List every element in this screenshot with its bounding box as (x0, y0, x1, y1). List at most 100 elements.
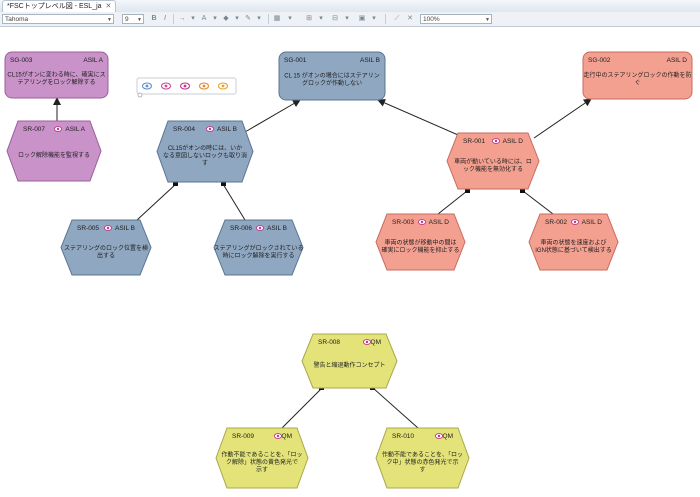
node-description: ぐ (634, 79, 640, 86)
toolbar-separator (385, 14, 386, 24)
eye-icon[interactable] (255, 225, 265, 231)
distribute-icon[interactable]: ⊟ (330, 14, 340, 24)
format-toolbar: Tahoma ▼ 9 ▼ B I → ▾ A ▾ ◆ ▾ ✎ ▾ ▦ ▾ ⊞ ▾ ⊟… (0, 12, 700, 27)
align-icon[interactable]: ⊞ (304, 14, 314, 24)
node-sr-003[interactable]: SR-003 ASIL D 車両の状態が移動中の間は確実にロック機能を抑止する (375, 213, 466, 271)
diagram-svg: SG-003 ASIL A CL15がオンに変わる時に、確実にステアリングをロック解… (4, 51, 693, 489)
eye-icon[interactable] (205, 126, 215, 132)
node-description: ック機能を無効化する (463, 165, 523, 173)
node-asil-badge: ASIL D (667, 57, 688, 64)
toolbar-separator (173, 14, 174, 24)
node-description: 作動不能であることを、「ロッ (382, 451, 463, 459)
node-sr-009[interactable]: SR-009 QM 作動不能であることを、「ロック解除」状態の黄色発光で示す (215, 427, 309, 489)
arrange-icon[interactable]: ▦ (272, 14, 282, 24)
node-asil-badge: QM (371, 339, 381, 346)
font-family-select[interactable]: Tahoma ▼ (2, 14, 114, 24)
node-sg-001[interactable]: SG-001 ASIL B CL 15 がオンの場合にはステアリングロックが作動しな… (278, 51, 386, 101)
chevron-down-icon: ▼ (485, 17, 490, 23)
node-asil-badge: ASIL A (65, 126, 85, 133)
node-description: ク解除」状態の黄色発光で (226, 458, 298, 466)
close-icon[interactable]: ✕ (106, 3, 112, 10)
node-sr-010[interactable]: SR-010 QM 作動不能であることを、「ロック中」状態の赤色発光で示す (375, 427, 470, 489)
node-asil-badge: ASIL B (115, 225, 135, 232)
node-asil-badge: ASIL D (429, 219, 450, 226)
node-description: テアリングをロック解除する (17, 78, 95, 86)
line-color-icon[interactable]: ✎ (243, 14, 253, 24)
node-description: なる意図しないロックも取り消 (163, 152, 247, 160)
node-id: SR-006 (230, 225, 252, 232)
node-sg-003[interactable]: SG-003 ASIL A CL15がオンに変わる時に、確実にステアリングをロック解… (4, 51, 109, 99)
chevron-down-icon[interactable]: ▾ (285, 14, 295, 24)
eye-icon[interactable] (103, 225, 113, 231)
node-asil-badge: QM (282, 433, 292, 440)
node-id: SG-003 (10, 57, 33, 64)
palette-handle[interactable] (137, 92, 143, 98)
eye-icon[interactable] (491, 138, 501, 144)
node-description: 出する (97, 251, 115, 259)
bold-icon[interactable]: B (149, 14, 159, 24)
node-description: グロックが作動しない (302, 79, 362, 87)
chevron-down-icon[interactable]: ▾ (369, 14, 379, 24)
node-sr-002[interactable]: SR-002 ASIL D 車両の状態を速度およびIGN状態に基づいて検出する (528, 213, 619, 271)
connector-sr008-sr009[interactable] (281, 387, 323, 429)
node-sr-007[interactable]: SR-007 ASIL A ロック解除機能を監視する (6, 120, 102, 182)
chevron-down-icon[interactable]: ▾ (210, 14, 220, 24)
chevron-down-icon: ▼ (107, 17, 112, 23)
chevron-down-icon[interactable]: ▾ (232, 14, 242, 24)
node-asil-badge: ASIL D (582, 219, 603, 226)
node-sr-005[interactable]: SR-005 ASIL B ステアリングのロック位置を検出する (60, 219, 152, 276)
fill-color-icon[interactable]: ◆ (221, 14, 231, 24)
node-description: CL15がオンの時には、いか (168, 144, 242, 152)
node-description: す (202, 160, 208, 167)
chevron-down-icon[interactable]: ▾ (316, 14, 326, 24)
font-size-select[interactable]: 9 ▼ (122, 14, 144, 24)
editor-tab-title: *FSCトップレベル図 - ESL_ja (7, 3, 102, 10)
zoom-select[interactable]: 100% ▼ (420, 14, 492, 24)
node-sr-006[interactable]: SR-006 ASIL B ステアリングがロックされている時にロック解除を実行する (213, 219, 304, 276)
font-color-icon[interactable]: A (199, 14, 209, 24)
node-description: 走行中のステアリングロックの作動を防 (583, 71, 691, 79)
node-shape (301, 333, 398, 389)
connector-sr004-sr005[interactable] (136, 183, 177, 221)
node-sg-002[interactable]: SG-002 ASIL D 走行中のステアリングロックの作動を防ぐ (582, 51, 693, 100)
node-description: 確実にロック機能を抑止する (381, 246, 459, 254)
node-asil-badge: QM (443, 433, 453, 440)
node-shape (6, 120, 102, 182)
line-style-icon[interactable]: → (177, 14, 187, 24)
connector-sr008-sr010[interactable] (372, 387, 419, 429)
node-sr-008[interactable]: SR-008 QM 警告と縮退動作コンセプト (301, 333, 398, 389)
connector-sr001-sg001[interactable] (377, 99, 466, 139)
node-id: SR-007 (23, 126, 45, 133)
node-description: ステアリングがロックされている (214, 244, 304, 252)
chevron-down-icon[interactable]: ▾ (342, 14, 352, 24)
node-description: 警告と縮退動作コンセプト (313, 361, 385, 369)
node-sr-001[interactable]: SR-001 ASIL D 車両が動いている時には、ロック機能を無効化する (446, 132, 540, 190)
chevron-down-icon[interactable]: ▾ (188, 14, 198, 24)
node-id: SR-003 (392, 219, 414, 226)
node-description: ステアリングのロック位置を検 (64, 244, 148, 252)
eye-icon[interactable] (434, 433, 444, 439)
italic-icon[interactable]: I (160, 14, 170, 24)
eye-icon[interactable] (417, 219, 427, 225)
node-id: SG-002 (588, 57, 611, 64)
diagram-canvas[interactable]: SG-003 ASIL A CL15がオンに変わる時に、確実にス テアリングをロック解… (0, 27, 700, 492)
eye-icon[interactable] (362, 339, 372, 345)
connector-sr001-sr003[interactable] (437, 190, 468, 215)
eye-icon[interactable] (53, 126, 63, 132)
node-sr-004[interactable]: SR-004 ASIL B CL15がオンの時には、いかなる意図しないロックも取り消… (156, 120, 254, 183)
node-description: す (419, 467, 425, 474)
size-icon[interactable]: ▣ (357, 14, 367, 24)
node-id: SR-010 (392, 433, 414, 440)
eye-icon[interactable] (273, 433, 283, 439)
node-asil-badge: ASIL A (83, 57, 103, 64)
connector-sr001-sr002[interactable] (522, 190, 554, 215)
node-description: CL15がオンに変わる時に、確実にス (7, 70, 105, 78)
eye-icon[interactable] (570, 219, 580, 225)
toolbar-separator (268, 14, 269, 24)
connector-sr004-sr006[interactable] (222, 183, 246, 221)
router-alt-icon[interactable]: ✕ (405, 14, 415, 24)
router-icon[interactable]: ⟋ (392, 14, 402, 24)
connector-sr004-sg001[interactable] (244, 99, 301, 133)
chevron-down-icon[interactable]: ▾ (254, 14, 264, 24)
connector-sr001-sg002[interactable] (533, 98, 592, 139)
